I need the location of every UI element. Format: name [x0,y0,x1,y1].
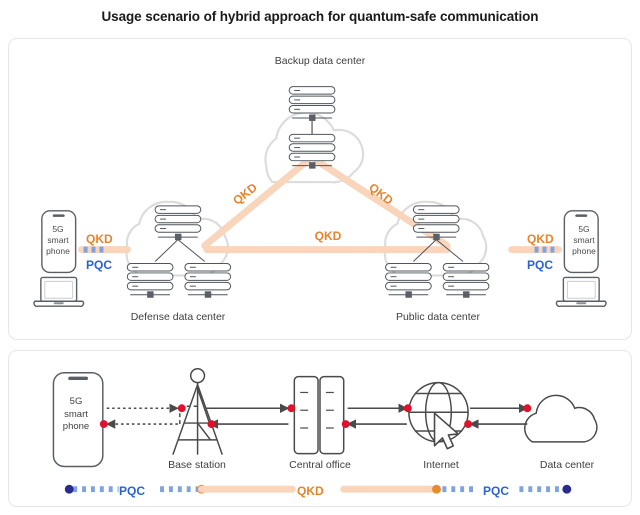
edge-label-qkd-right: QKD [527,232,554,246]
diagram-page: Usage scenario of hybrid approach for qu… [0,0,640,515]
pqc-endpoint-left [64,484,74,494]
bottom-panel: 5G smart phone Base station Central offi… [8,350,632,507]
left-laptop [33,276,85,308]
segment-label-qkd: QKD [297,484,324,498]
label-backup-data-center: Backup data center [274,55,366,67]
link-label-qkd-defense-public: QKD [311,229,345,243]
cursor-icon [433,412,460,450]
edge-label-qkd-left: QKD [86,232,113,246]
bottom-phone-line-1: 5G [69,396,83,407]
backup-racks [288,86,336,170]
right-phone-line-3: phone [572,246,596,256]
bottom-phone-line-3: phone [62,421,90,432]
label-central-office: Central office [289,459,351,471]
label-base-station: Base station [168,459,226,471]
top-panel: Backup data center Defense data center P… [8,38,632,340]
edge-label-pqc-left: PQC [86,258,113,272]
label-internet: Internet [423,459,459,471]
left-phone-line-2: smart [47,235,69,245]
segment-label-pqc-left: PQC [119,484,146,498]
right-phone-line-1: 5G [578,224,590,234]
bottom-panel-graphics [52,368,598,494]
segment-label-pqc-right: PQC [483,484,510,498]
left-phone-line-1: 5G [52,224,64,234]
right-laptop [555,276,607,308]
left-phone-line-3: phone [46,246,70,256]
qkd-link-defense-backup [201,156,312,250]
right-phone-label: 5G smart phone [567,224,601,257]
right-phone-line-2: smart [573,235,595,245]
label-data-center: Data center [539,459,595,471]
qkd-endpoint-right [432,484,441,494]
data-center-cloud-icon [524,394,598,443]
bottom-phone-line-2: smart [64,408,88,420]
top-panel-graphics [33,86,607,308]
label-defense-data-center: Defense data center [130,311,226,323]
pqc-endpoint-right [562,484,572,494]
edge-label-pqc-right: PQC [527,258,554,272]
bottom-phone-label: 5G smart phone [51,396,101,434]
central-office-icon [293,375,345,455]
page-title: Usage scenario of hybrid approach for qu… [101,9,539,24]
left-phone-label: 5G smart phone [41,224,75,257]
label-public-data-center: Public data center [395,311,481,323]
